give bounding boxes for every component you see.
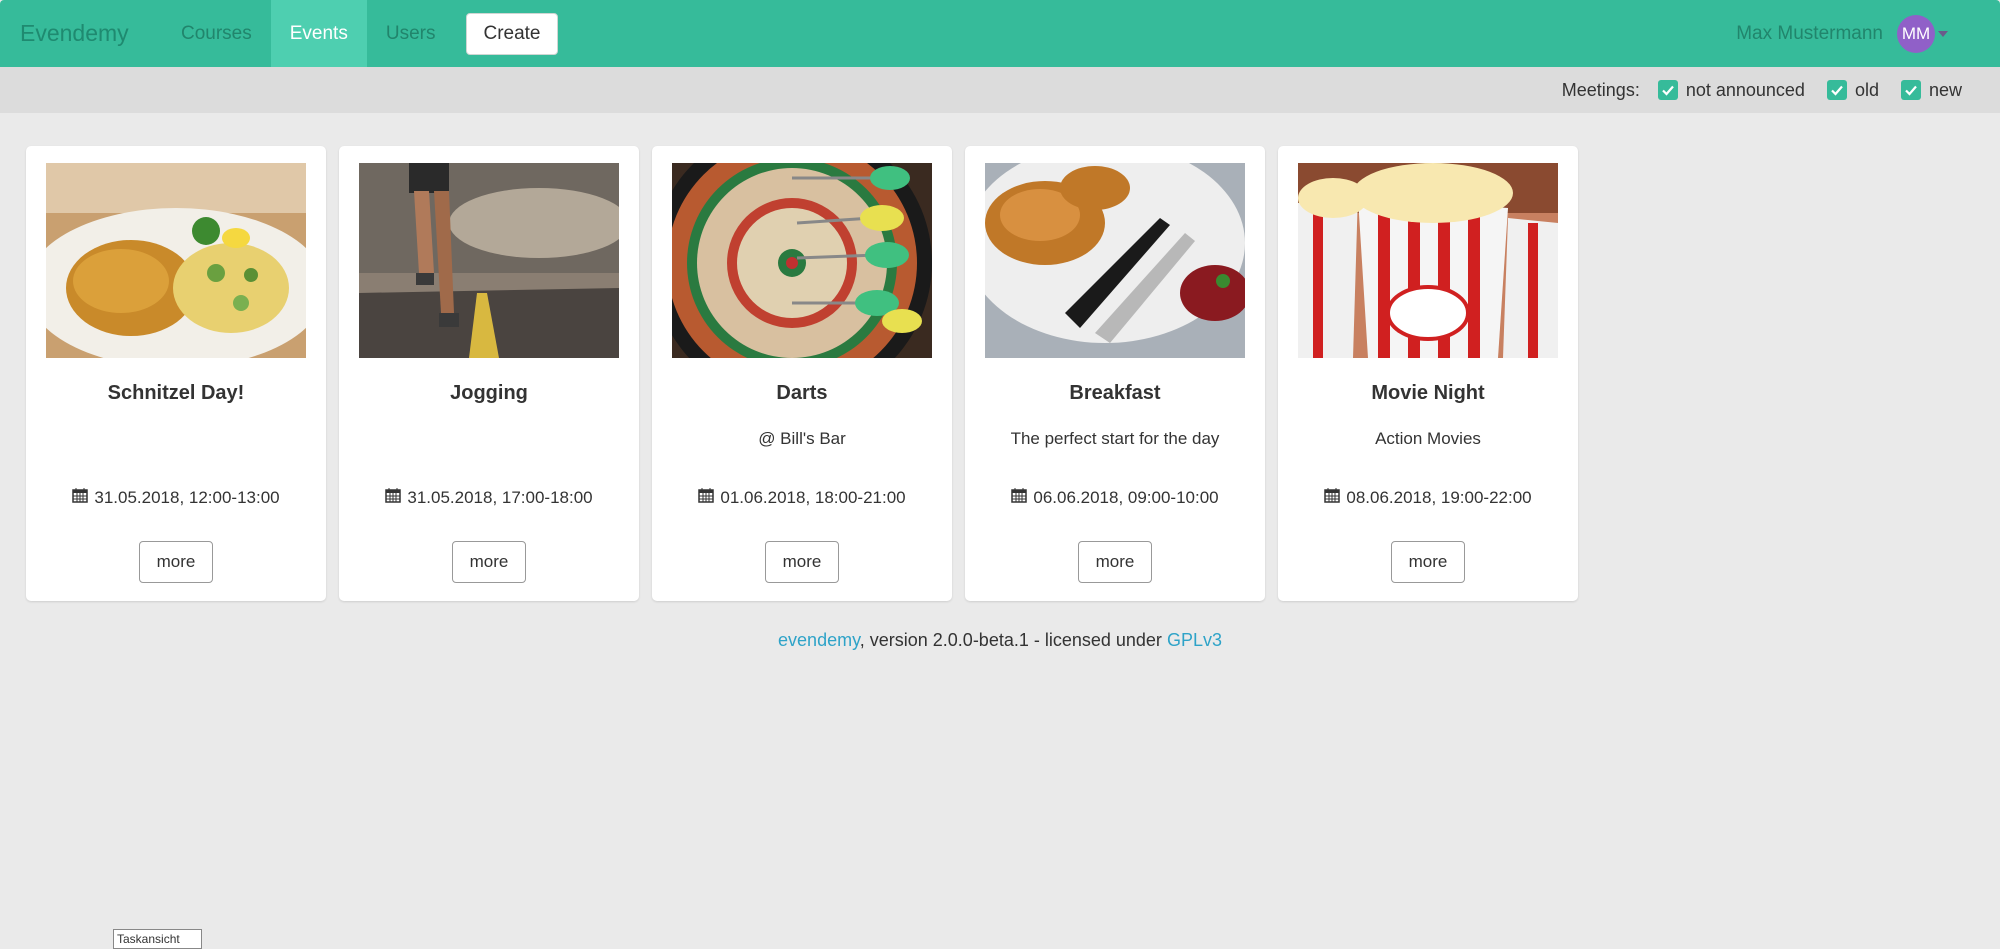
filter-option-label: old	[1854, 79, 1879, 100]
jogging-image	[359, 163, 619, 358]
event-date-text: 31.05.2018, 12:00-13:00	[94, 487, 280, 507]
taskbar-tooltip: Taskansicht	[113, 929, 202, 949]
nav-item-users[interactable]: Users	[367, 0, 455, 67]
filter-label: Meetings:	[1561, 79, 1640, 100]
event-date: 06.06.2018, 09:00-10:00	[965, 487, 1265, 508]
user-menu[interactable]: Max Mustermann MM	[1736, 14, 1948, 54]
filter-not-announced[interactable]: not announced	[1657, 79, 1805, 101]
event-title: Breakfast	[1069, 382, 1161, 404]
calendar-icon	[1011, 487, 1028, 508]
event-card: Schnitzel Day! 31.05.2018, 12:00-13:00 m…	[26, 146, 326, 601]
event-card-list: Schnitzel Day! 31.05.2018, 12:00-13:00 m…	[26, 146, 1591, 601]
event-title: Jogging	[450, 382, 528, 404]
filter-old[interactable]: old	[1826, 79, 1879, 101]
checkbox-checked-icon[interactable]	[1657, 80, 1678, 100]
calendar-icon	[1324, 487, 1341, 508]
create-button[interactable]: Create	[466, 12, 558, 55]
checkbox-checked-icon[interactable]	[1826, 80, 1847, 100]
more-button[interactable]: more	[765, 541, 839, 583]
nav-item-courses[interactable]: Courses	[162, 0, 271, 67]
filter-option-label: not announced	[1685, 79, 1805, 100]
event-card: Movie Night Action Movies 08.06.2018, 19…	[1278, 146, 1578, 601]
breakfast-image	[985, 163, 1245, 358]
footer: evendemy, version 2.0.0-beta.1 - license…	[0, 630, 2000, 651]
calendar-icon	[698, 487, 715, 508]
checkbox-checked-icon[interactable]	[1900, 80, 1921, 100]
event-date-text: 31.05.2018, 17:00-18:00	[407, 487, 593, 507]
top-navbar: Evendemy Courses Events Users Create Max…	[0, 0, 2000, 67]
event-subtitle: @ Bill's Bar	[758, 429, 846, 448]
event-title: Schnitzel Day!	[107, 382, 245, 404]
schnitzel-image	[46, 163, 306, 358]
event-card: Darts @ Bill's Bar 01.06.2018, 18:00-21:…	[652, 146, 952, 601]
event-subtitle: Action Movies	[1375, 429, 1481, 448]
calendar-icon	[385, 487, 402, 508]
filter-new[interactable]: new	[1900, 79, 1962, 101]
nav-item-events[interactable]: Events	[270, 0, 367, 67]
calendar-icon	[72, 487, 89, 508]
more-button[interactable]: more	[1078, 541, 1152, 583]
user-name: Max Mustermann	[1736, 23, 1883, 44]
event-date-text: 08.06.2018, 19:00-22:00	[1346, 487, 1532, 507]
event-card: Jogging 31.05.2018, 17:00-18:00 more	[339, 146, 639, 601]
event-card: Breakfast The perfect start for the day …	[965, 146, 1265, 601]
event-title: Darts	[776, 382, 828, 404]
event-date: 01.06.2018, 18:00-21:00	[652, 487, 952, 508]
event-date: 31.05.2018, 17:00-18:00	[339, 487, 639, 508]
gplv3-link[interactable]: GPLv3	[1167, 630, 1222, 650]
more-button[interactable]: more	[139, 541, 213, 583]
more-button[interactable]: more	[1391, 541, 1465, 583]
meetings-filter-bar: Meetings: not announced old new	[0, 67, 2000, 113]
more-button[interactable]: more	[452, 541, 526, 583]
evendemy-link[interactable]: evendemy	[778, 630, 860, 650]
avatar[interactable]: MM	[1897, 15, 1935, 53]
footer-version-text: , version 2.0.0-beta.1 - licensed under	[859, 630, 1167, 650]
chevron-down-icon[interactable]	[1938, 31, 1948, 37]
event-date-text: 06.06.2018, 09:00-10:00	[1033, 487, 1219, 507]
darts-image	[672, 163, 932, 358]
filter-option-label: new	[1928, 79, 1962, 100]
event-title: Movie Night	[1371, 382, 1485, 404]
event-subtitle: The perfect start for the day	[1010, 429, 1220, 448]
event-date: 08.06.2018, 19:00-22:00	[1278, 487, 1578, 508]
popcorn-image	[1298, 163, 1558, 358]
event-date: 31.05.2018, 12:00-13:00	[26, 487, 326, 508]
brand-logo[interactable]: Evendemy	[20, 20, 162, 47]
event-date-text: 01.06.2018, 18:00-21:00	[720, 487, 906, 507]
